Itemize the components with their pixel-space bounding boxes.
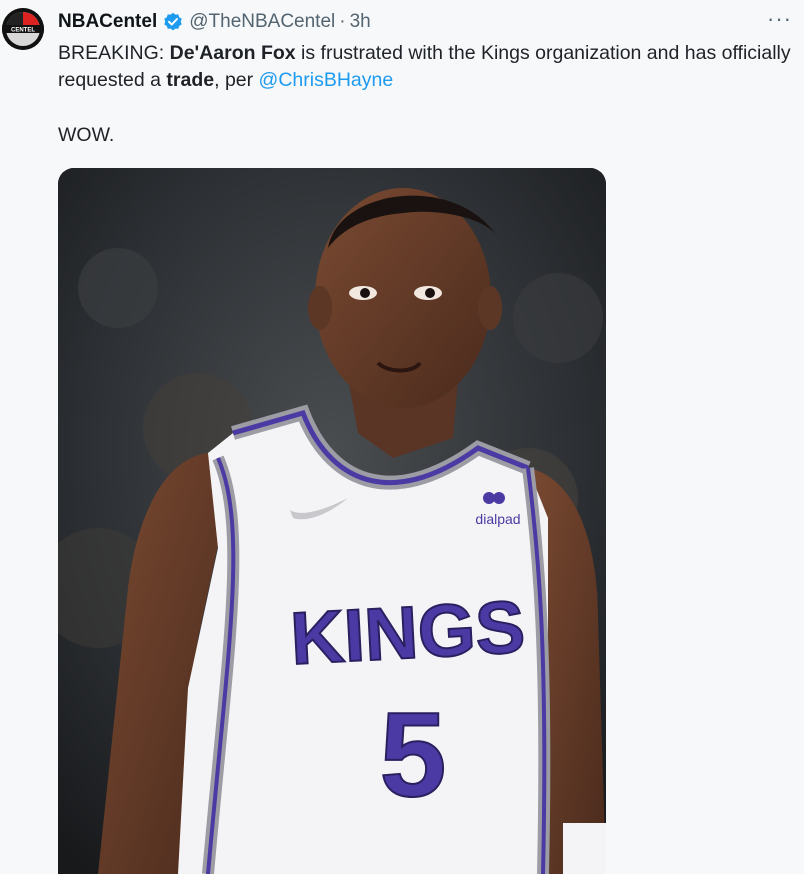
tweet-second-line: WOW.	[58, 124, 115, 146]
tweet-bold-word: trade	[166, 69, 215, 91]
tweet-image[interactable]: dialpad KINGS 5	[58, 168, 606, 874]
nbacentel-logo-icon: CENTEL	[2, 8, 44, 50]
timestamp[interactable]: 3h	[350, 11, 371, 33]
player-photo: dialpad KINGS 5	[58, 168, 606, 874]
jersey-team-name: KINGS	[289, 585, 527, 680]
tweet-prefix: BREAKING:	[58, 42, 170, 64]
tweet-text: BREAKING: De'Aaron Fox is frustrated wit…	[58, 40, 798, 94]
tweet-suffix: , per	[214, 69, 259, 91]
tweet-header: NBACentel @TheNBACentel · 3h	[58, 10, 784, 34]
separator-dot: ·	[339, 11, 346, 32]
avatar[interactable]: CENTEL	[2, 8, 44, 50]
display-name[interactable]: NBACentel	[58, 11, 157, 33]
jersey-sponsor: dialpad	[475, 511, 520, 527]
tweet-bold-name: De'Aaron Fox	[169, 42, 296, 64]
verified-badge-icon	[163, 12, 183, 32]
avatar-text: CENTEL	[11, 28, 35, 34]
jersey-number: 5	[380, 688, 447, 822]
more-options-icon[interactable]: ···	[767, 6, 792, 32]
mention-link[interactable]: @ChrisBHayne	[259, 69, 394, 91]
account-handle[interactable]: @TheNBACentel	[189, 11, 335, 33]
